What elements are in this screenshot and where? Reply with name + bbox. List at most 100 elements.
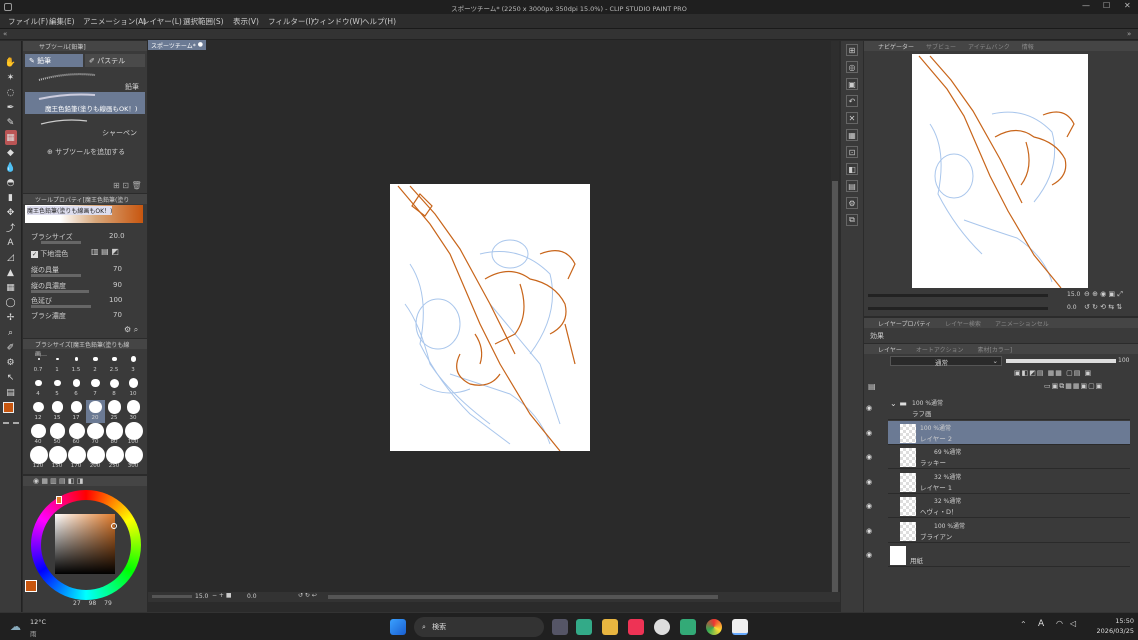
move-tool-icon[interactable]: ✥ xyxy=(5,205,17,220)
brush-size-option[interactable]: 17 xyxy=(67,400,86,423)
prop-slider[interactable] xyxy=(31,290,89,293)
brush-size-option[interactable]: 50 xyxy=(48,423,67,447)
layer-name[interactable]: ラッキー xyxy=(920,457,946,467)
layer-name[interactable]: レイヤー 1 xyxy=(920,482,952,492)
add-subtool-button[interactable]: ⊕ サブツールを追加する xyxy=(47,147,125,157)
brush-size-option[interactable]: 250 xyxy=(105,446,124,471)
layer-row[interactable]: 32 %通常 ヘヴィ・D！ xyxy=(888,494,1130,518)
volume-icon[interactable]: ◁ xyxy=(1070,619,1076,628)
music-icon[interactable] xyxy=(628,619,644,635)
balloon-tool-icon[interactable]: ◯ xyxy=(5,295,17,310)
layer-row[interactable]: 100 %通常 レイヤー 2 xyxy=(888,420,1130,445)
visibility-eye-icon[interactable]: ◉ xyxy=(866,502,872,510)
visibility-eye-icon[interactable]: ◉ xyxy=(866,453,872,461)
weather-label[interactable]: 雨 xyxy=(30,628,37,638)
canvas-vertical-scrollbar[interactable] xyxy=(831,41,839,601)
tab-layer-property[interactable]: レイヤープロパティ xyxy=(878,319,931,328)
layer-row[interactable]: 100 %通常 ブライアン xyxy=(888,519,1130,543)
color-picker-cursor[interactable] xyxy=(111,523,117,529)
layer-row[interactable]: 用紙 xyxy=(888,543,1130,567)
hue-cursor[interactable] xyxy=(56,496,62,504)
paint-density-row[interactable]: 縦の具濃度 90 xyxy=(31,281,143,295)
menu-window[interactable]: ウィンドウ(W) xyxy=(312,16,363,27)
brush-size-option[interactable]: 7 xyxy=(86,376,105,399)
maximize-button[interactable]: ☐ xyxy=(1103,1,1110,10)
start-icon[interactable] xyxy=(390,619,406,635)
visibility-eye-icon[interactable]: ◉ xyxy=(866,527,872,535)
ime-indicator[interactable]: A xyxy=(1038,619,1044,629)
menu-layer[interactable]: レイヤー(L) xyxy=(142,16,182,27)
text-tool-icon[interactable]: A xyxy=(5,235,17,250)
brush-size-option[interactable]: 1 xyxy=(48,352,67,375)
brush-size-option[interactable]: 60 xyxy=(67,423,86,447)
collapse-left-icon[interactable]: « xyxy=(3,30,7,38)
collapse-right-icon[interactable]: » xyxy=(1127,30,1131,38)
subtool-item-sharpen[interactable]: シャーペン xyxy=(25,115,145,137)
menu-file[interactable]: ファイル(F) xyxy=(8,16,48,27)
visibility-eye-icon[interactable]: ◉ xyxy=(866,404,872,412)
tab-auto-action[interactable]: オートアクション xyxy=(916,345,964,354)
brush-size-option[interactable]: 5 xyxy=(48,376,67,399)
brush-size-option[interactable]: 100 xyxy=(124,422,143,447)
zoom-slider[interactable] xyxy=(152,595,192,598)
curve-tool-icon[interactable]: ⤴ xyxy=(5,220,17,235)
menu-edit[interactable]: 編集(E) xyxy=(49,16,75,27)
tray-expand-icon[interactable]: ⌃ xyxy=(1020,620,1027,629)
weather-icon[interactable]: ☁ xyxy=(10,620,21,633)
main-color-swatch[interactable] xyxy=(3,402,14,413)
ruler-tool-icon[interactable]: ▤ xyxy=(5,385,17,400)
subtool-item-maou-pencil[interactable]: 魔王色鉛筆(塗りも線画もOK！) xyxy=(25,92,145,114)
canvas-paper[interactable] xyxy=(390,184,590,451)
property-settings-icon[interactable]: ⚙ ⌕ xyxy=(124,325,138,335)
explorer-icon[interactable] xyxy=(602,619,618,635)
brush-size-option[interactable]: 40 xyxy=(29,423,48,447)
transform-icon[interactable]: ⊡ xyxy=(846,146,858,158)
blend-mode-icons[interactable]: ▥ ▤ ◩ xyxy=(91,247,119,256)
layer-name[interactable]: レイヤー 2 xyxy=(920,433,952,443)
tab-animation-cel[interactable]: アニメーションセル xyxy=(995,319,1049,328)
brush-size-option[interactable]: 70 xyxy=(86,422,105,447)
media-player-icon[interactable] xyxy=(654,619,670,635)
tab-layer[interactable]: レイヤー xyxy=(878,345,902,354)
pen-tool-icon[interactable]: ✒ xyxy=(5,100,17,115)
minimize-button[interactable]: — xyxy=(1082,1,1090,10)
menu-help[interactable]: ヘルプ(H) xyxy=(362,16,396,27)
navigator-zoom-value[interactable]: 15.0 xyxy=(1067,291,1080,298)
new-file-icon[interactable]: ⊞ xyxy=(846,44,858,56)
brush-size-option[interactable]: 12 xyxy=(29,400,48,423)
brush-size-option[interactable]: 150 xyxy=(48,446,67,471)
clock-date[interactable]: 2026/03/25 xyxy=(1090,627,1134,635)
layer-name[interactable]: 用紙 xyxy=(910,555,923,565)
task-view-icon[interactable] xyxy=(552,619,568,635)
hand-tool-icon[interactable]: ✋ xyxy=(5,55,17,70)
layer-action-icons[interactable]: ▭▣⧉▦▦▣▢▣ xyxy=(1044,382,1103,391)
brush-size-option[interactable]: 30 xyxy=(124,400,143,423)
tab-material-color[interactable]: 素材[カラー] xyxy=(978,345,1013,354)
tab-info[interactable]: 情報 xyxy=(1022,42,1034,51)
brush-size-option[interactable]: 1.5 xyxy=(67,352,86,375)
opacity-value[interactable]: 100 xyxy=(1118,357,1129,364)
open-icon[interactable]: ◎ xyxy=(846,61,858,73)
subtool-tab-pencil[interactable]: ✎ 鉛筆 xyxy=(25,54,83,67)
operation-tool-icon[interactable]: ▲ xyxy=(5,265,17,280)
fill-icon[interactable]: ▦ xyxy=(846,129,858,141)
delete-icon[interactable]: ✕ xyxy=(846,112,858,124)
layer-color-icon[interactable]: ▤ xyxy=(868,382,876,391)
brush-size-option[interactable]: 8 xyxy=(105,376,124,399)
prop-value[interactable]: 70 xyxy=(113,311,122,319)
zoom-buttons[interactable]: − + ■ xyxy=(212,592,232,599)
copy-icon[interactable]: ⧉ xyxy=(846,214,858,226)
horizontal-scroll-thumb[interactable] xyxy=(328,595,718,599)
brush-size-option[interactable]: 20 xyxy=(86,400,105,423)
navigator-zoom-slider[interactable] xyxy=(868,294,1048,297)
navigator-rotation-slider[interactable] xyxy=(868,307,1048,310)
fill-tool-icon[interactable]: ◓ xyxy=(5,175,17,190)
figure-tool-icon[interactable]: ◿ xyxy=(5,250,17,265)
brush-size-option[interactable]: 6 xyxy=(67,376,86,399)
save-icon[interactable]: ▣ xyxy=(846,78,858,90)
navigator-zoom-buttons[interactable]: ⊖ ⊕ ◉ ▣ ⤢ xyxy=(1084,290,1123,299)
brush-size-option[interactable]: 10 xyxy=(124,376,143,399)
layer-name[interactable]: ラフ画 xyxy=(912,408,932,418)
prop-value[interactable]: 70 xyxy=(113,265,122,273)
select-icon[interactable]: ◧ xyxy=(846,163,858,175)
